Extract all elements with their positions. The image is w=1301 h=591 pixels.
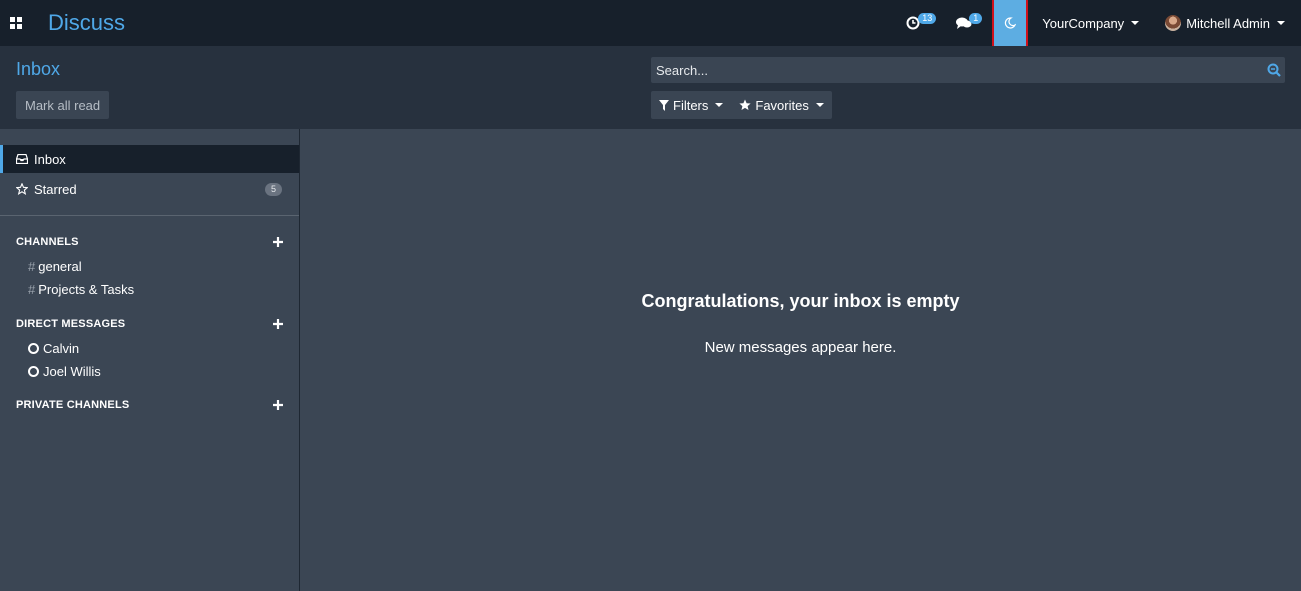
add-dm-plus-icon[interactable] — [273, 319, 283, 329]
dark-mode-toggle-button[interactable] — [992, 0, 1029, 48]
dm-item-calvin[interactable]: Calvin — [28, 341, 79, 356]
company-name: YourCompany — [1042, 15, 1125, 31]
star-outline-icon — [16, 183, 28, 195]
add-private-channel-plus-icon[interactable] — [273, 400, 283, 410]
discuss-sidebar: Inbox Starred 5 CHANNELS # general # Pro… — [0, 129, 300, 591]
channel-item-projects[interactable]: # Projects & Tasks — [28, 282, 134, 297]
thread-content: Congratulations, your inbox is empty New… — [300, 129, 1301, 591]
dm-label: Calvin — [43, 341, 80, 356]
caret-down-icon — [815, 103, 824, 107]
caret-down-icon — [1277, 21, 1285, 25]
grid-icon — [10, 17, 22, 29]
add-channel-plus-icon[interactable] — [273, 237, 283, 247]
channel-label: Projects & Tasks — [38, 282, 135, 297]
channels-header[interactable]: CHANNELS — [16, 236, 283, 248]
private-channels-header-label: PRIVATE CHANNELS — [16, 399, 130, 411]
activity-menu-button[interactable]: 13 — [896, 0, 940, 46]
company-switcher[interactable]: YourCompany — [1032, 0, 1149, 46]
offline-status-icon — [28, 343, 39, 354]
app-title[interactable]: Discuss — [48, 10, 125, 36]
filters-label: Filters — [673, 97, 709, 113]
moon-icon — [1005, 17, 1017, 29]
filters-dropdown-button[interactable]: Filters — [651, 91, 731, 119]
hash-icon: # — [28, 282, 36, 297]
user-menu[interactable]: Mitchell Admin — [1155, 0, 1301, 46]
sidebar-item-label: Starred — [34, 181, 77, 197]
direct-messages-header-label: DIRECT MESSAGES — [16, 318, 126, 330]
dm-label: Joel Willis — [43, 364, 101, 379]
sidebar-item-label: Inbox — [34, 151, 66, 167]
top-navbar: Discuss 13 1 YourCompany Mitchell Admin — [0, 0, 1301, 48]
private-channels-header[interactable]: PRIVATE CHANNELS — [16, 399, 283, 411]
user-name: Mitchell Admin — [1186, 15, 1270, 31]
empty-inbox-title: Congratulations, your inbox is empty — [641, 291, 960, 311]
sidebar-item-starred[interactable]: Starred 5 — [0, 175, 299, 203]
messages-menu-button[interactable]: 1 — [946, 0, 990, 46]
offline-status-icon — [28, 366, 39, 377]
messages-count-badge: 1 — [969, 13, 983, 24]
channel-label: general — [38, 259, 82, 274]
search-bar — [651, 57, 1285, 83]
filter-icon — [659, 99, 669, 111]
hash-icon: # — [28, 259, 36, 274]
activity-count-badge: 13 — [918, 13, 937, 24]
channels-header-label: CHANNELS — [16, 236, 79, 248]
caret-down-icon — [1131, 21, 1140, 25]
favorites-dropdown-button[interactable]: Favorites — [731, 91, 831, 119]
mark-all-read-button[interactable]: Mark all read — [16, 91, 110, 119]
sidebar-divider — [0, 215, 299, 216]
apps-menu-button[interactable] — [0, 0, 32, 46]
dm-item-joel-willis[interactable]: Joel Willis — [28, 364, 101, 379]
direct-messages-header[interactable]: DIRECT MESSAGES — [16, 318, 283, 330]
starred-count-badge: 5 — [265, 182, 282, 196]
empty-inbox-subtitle: New messages appear here. — [704, 339, 897, 356]
sidebar-item-inbox[interactable]: Inbox — [0, 145, 299, 173]
star-icon — [739, 99, 751, 110]
inbox-icon — [16, 154, 28, 164]
search-options: Filters Favorites — [651, 91, 832, 119]
search-icon[interactable] — [1263, 63, 1285, 77]
channel-item-general[interactable]: # general — [28, 259, 82, 274]
favorites-label: Favorites — [755, 97, 809, 113]
search-input[interactable] — [651, 62, 1263, 78]
control-panel: Inbox Mark all read Filters Favorites — [0, 46, 1301, 129]
caret-down-icon — [715, 103, 724, 107]
page-title: Inbox — [16, 59, 61, 79]
user-avatar — [1165, 15, 1182, 31]
